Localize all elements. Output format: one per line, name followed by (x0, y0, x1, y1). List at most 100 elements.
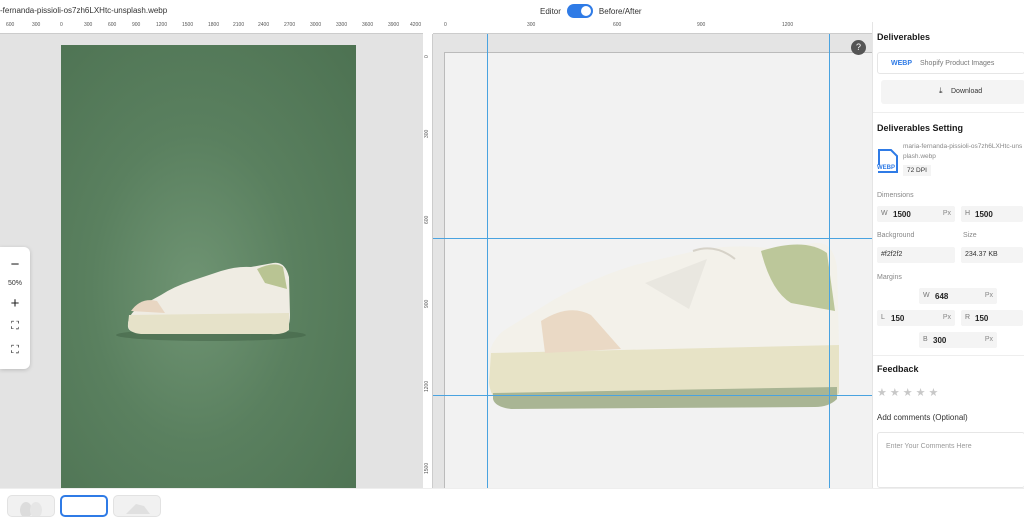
editor-label: Editor (540, 6, 561, 16)
top-bar: -fernanda-pissioli-os7zh6LXHtc-unsplash.… (0, 0, 1024, 22)
ruler-tick: 4200 (410, 22, 422, 28)
height-prefix: H (965, 210, 971, 217)
deliverable-format: WEBP (891, 60, 912, 67)
zoom-in-button[interactable]: + (0, 296, 30, 311)
settings-title: Deliverables Setting (877, 123, 964, 133)
edited-canvas[interactable]: ? (433, 34, 872, 488)
ruler-tick: 0 (424, 55, 430, 58)
margins-label: Margins (877, 274, 902, 281)
margin-top-field[interactable]: W 648 Px (919, 288, 997, 304)
ruler-tick: 3600 (362, 22, 374, 28)
height-field[interactable]: H 1500 (961, 206, 1023, 222)
thumbnail-image (126, 504, 150, 514)
ruler-tick: 1800 (208, 22, 220, 28)
webp-file-icon: WEBP (877, 148, 899, 174)
size-value: 234.37 KB (965, 251, 998, 258)
right-left-ruler: 0 300 600 900 1200 1500 (423, 34, 433, 488)
ruler-tick: 1500 (182, 22, 194, 28)
margin-bottom-field[interactable]: B 300 Px (919, 332, 997, 348)
guide-top[interactable] (433, 238, 872, 239)
margin-bottom-prefix: B (923, 336, 928, 343)
margin-left-unit: Px (942, 314, 951, 321)
ruler-tick: 0 (444, 22, 447, 28)
margin-left-field[interactable]: L 150 Px (877, 310, 955, 326)
star-icon[interactable]: ★ (903, 387, 916, 399)
size-label: Size (963, 232, 977, 239)
thumbnail-strip (0, 488, 1024, 518)
original-photo (61, 45, 356, 488)
margin-left-prefix: L (881, 314, 885, 321)
sidebar: Deliverables WEBP Shopify Product Images… (872, 22, 1024, 488)
right-top-ruler: 0 300 600 900 1200 (433, 22, 872, 34)
background-value: #f2f2f2 (881, 251, 903, 258)
feedback-title: Feedback (877, 364, 919, 374)
ruler-tick: 1200 (424, 380, 430, 392)
star-icon[interactable]: ★ (890, 387, 903, 399)
divider (873, 112, 1024, 113)
thumbnail-item[interactable] (7, 495, 55, 518)
download-button[interactable]: ⤓ Download (881, 80, 1024, 104)
background-field[interactable]: #f2f2f2 (877, 247, 955, 263)
margin-right-value: 150 (975, 314, 989, 323)
edited-sneaker (488, 242, 839, 409)
thumbnail-item-active[interactable] (60, 495, 108, 517)
ruler-tick: 1500 (424, 462, 430, 474)
ruler-tick: 2700 (284, 22, 296, 28)
ruler-tick: 900 (424, 299, 430, 308)
question-icon[interactable]: ? (851, 40, 866, 55)
download-icon: ⤓ (939, 86, 943, 95)
download-label: Download (951, 88, 983, 95)
thumbnail-image (20, 502, 42, 518)
width-value: 1500 (893, 210, 911, 219)
zoom-level: 50% (7, 280, 22, 287)
margin-top-value: 648 (935, 292, 949, 301)
rating-stars[interactable]: ★★★★★ (877, 386, 941, 399)
file-name: -fernanda-pissioli-os7zh6LXHtc-unsplash.… (0, 6, 168, 15)
guide-bottom[interactable] (433, 395, 872, 396)
zoom-controls: − 50% + ⛶ ⛶ (0, 247, 30, 369)
ruler-tick: 900 (697, 22, 706, 28)
before-after-toggle[interactable] (566, 4, 593, 18)
ruler-tick: 300 (424, 129, 430, 138)
deliverables-title: Deliverables (877, 32, 931, 42)
fit-screen-icon[interactable]: ⛶ (0, 319, 30, 334)
guide-left[interactable] (487, 34, 488, 488)
original-image-panel: − 50% + ⛶ ⛶ (0, 34, 423, 488)
ruler-tick: 2400 (258, 22, 270, 28)
expand-icon[interactable]: ⛶ (0, 343, 30, 358)
background-label: Background (877, 232, 915, 239)
width-field[interactable]: W 1500 Px (877, 206, 955, 222)
star-icon[interactable]: ★ (929, 387, 942, 399)
guide-right[interactable] (829, 34, 830, 488)
star-icon[interactable]: ★ (877, 387, 890, 399)
margin-bottom-unit: Px (984, 336, 993, 343)
deliverable-name: Shopify Product Images (920, 60, 995, 67)
comments-textarea[interactable]: Enter Your Comments Here (877, 432, 1024, 488)
ruler-tick: 2100 (233, 22, 245, 28)
view-toggle-group: Editor Before/After (540, 4, 642, 18)
ruler-tick: 600 (613, 22, 622, 28)
margin-right-field[interactable]: R 150 (961, 310, 1023, 326)
comments-placeholder: Enter Your Comments Here (886, 443, 972, 450)
margin-top-prefix: W (923, 292, 930, 299)
settings-file-name: maria-fernanda-pissioli-os7zh6LXHtc-unsp… (903, 143, 1023, 160)
thumbnail-item[interactable] (113, 495, 161, 517)
ruler-tick: 900 (132, 22, 141, 28)
size-field: 234.37 KB (961, 247, 1023, 263)
left-top-ruler: 600 300 0 300 600 900 1200 1500 1800 210… (0, 22, 423, 34)
ruler-tick: 0 (60, 22, 63, 28)
ruler-tick: 300 (527, 22, 536, 28)
margin-left-value: 150 (891, 314, 905, 323)
dpi-badge: 72 DPI (903, 165, 931, 176)
width-unit: Px (942, 210, 951, 217)
comments-label: Add comments (Optional) (877, 413, 968, 422)
margin-right-prefix: R (965, 314, 971, 321)
ruler-tick: 300 (84, 22, 93, 28)
before-after-label: Before/After (598, 6, 642, 16)
zoom-out-button[interactable]: − (0, 257, 30, 272)
margin-top-unit: Px (984, 292, 993, 299)
star-icon[interactable]: ★ (916, 387, 929, 399)
deliverable-item[interactable]: WEBP Shopify Product Images (877, 52, 1024, 74)
original-sneaker (116, 262, 306, 341)
file-badge: WEBP (877, 165, 895, 171)
